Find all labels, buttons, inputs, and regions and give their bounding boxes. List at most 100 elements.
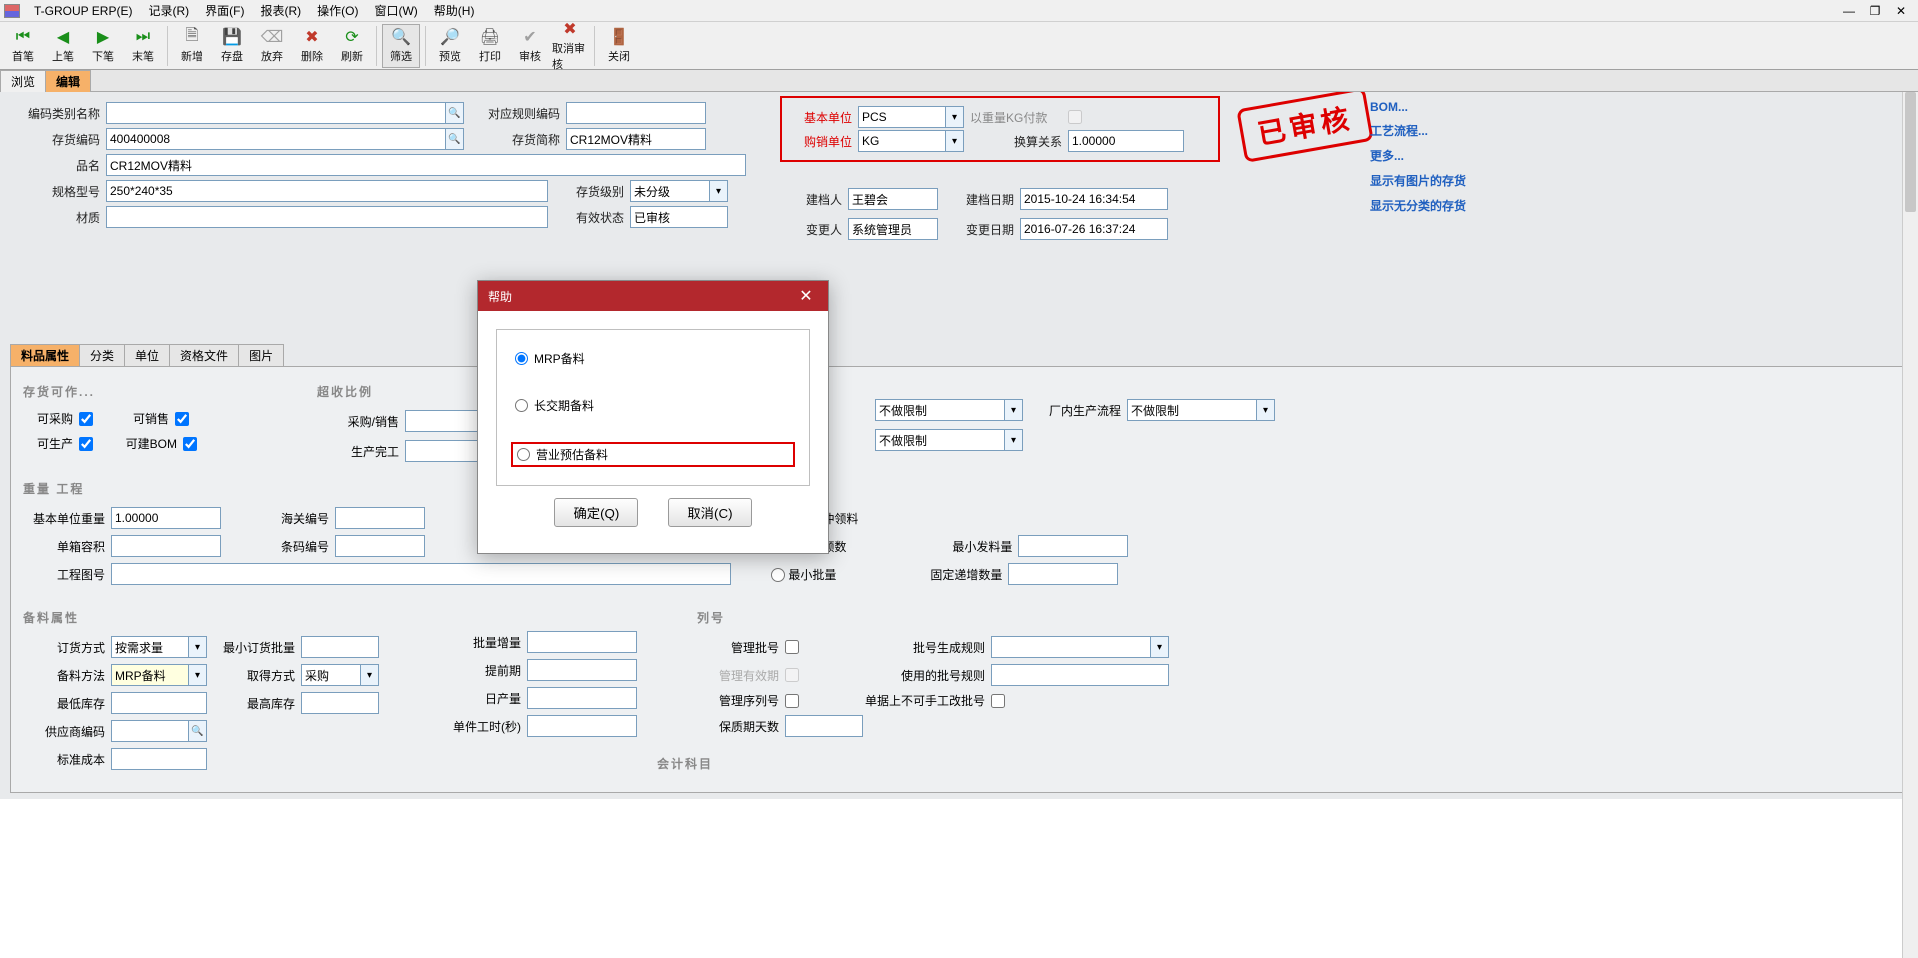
stock-short-input[interactable] <box>566 128 706 150</box>
radio-sales-forecast[interactable]: 营业预估备料 <box>511 442 795 467</box>
subtab-item-attr[interactable]: 料品属性 <box>10 344 80 366</box>
rule-code-input[interactable] <box>566 102 706 124</box>
factory-flow-combo[interactable] <box>1257 399 1275 421</box>
can-sell-check[interactable] <box>175 412 189 426</box>
prep-method-combo[interactable] <box>189 664 207 686</box>
min-issue-input[interactable] <box>1018 535 1128 557</box>
limit1-input[interactable] <box>875 399 1005 421</box>
obtain-combo[interactable] <box>361 664 379 686</box>
sales-unit-combo[interactable] <box>946 130 964 152</box>
link-bom[interactable]: BOM... <box>1370 100 1466 114</box>
enc-cat-lookup[interactable] <box>446 102 464 124</box>
used-lot-input[interactable] <box>991 664 1169 686</box>
stock-level-input[interactable] <box>630 180 710 202</box>
limit1-combo[interactable] <box>1005 399 1023 421</box>
tool-delete[interactable]: ✖删除 <box>293 24 331 68</box>
box-cap-input[interactable] <box>111 535 221 557</box>
limit2-combo[interactable] <box>1005 429 1023 451</box>
tool-discard[interactable]: ⌫放弃 <box>253 24 291 68</box>
menu-operate[interactable]: 操作(O) <box>309 0 366 21</box>
close-window-button[interactable]: ✕ <box>1888 4 1914 18</box>
vertical-scrollbar[interactable] <box>1902 92 1918 958</box>
subtab-unit[interactable]: 单位 <box>124 344 170 366</box>
lot-rule-input[interactable] <box>991 636 1151 658</box>
name-input[interactable] <box>106 154 746 176</box>
fixed-incr-input[interactable] <box>1008 563 1118 585</box>
menu-help[interactable]: 帮助(H) <box>426 0 483 21</box>
unit-time-input[interactable] <box>527 715 637 737</box>
tool-filter[interactable]: 🔍筛选 <box>382 24 420 68</box>
radio-mrp[interactable]: MRP备料 <box>511 348 795 369</box>
link-process[interactable]: 工艺流程... <box>1370 122 1466 139</box>
prep-method-input[interactable] <box>111 664 189 686</box>
tool-next[interactable]: ▶下笔 <box>84 24 122 68</box>
tool-print[interactable]: 🖨打印 <box>471 24 509 68</box>
mng-lot-check[interactable] <box>785 640 799 654</box>
link-no-category[interactable]: 显示无分类的存货 <box>1370 197 1466 214</box>
tool-close[interactable]: 🚪关闭 <box>600 24 638 68</box>
base-unit-input[interactable] <box>858 106 946 128</box>
tool-save[interactable]: 💾存盘 <box>213 24 251 68</box>
stock-code-input[interactable] <box>106 128 446 150</box>
link-more[interactable]: 更多... <box>1370 147 1466 164</box>
menu-window[interactable]: 窗口(W) <box>366 0 425 21</box>
link-with-image[interactable]: 显示有图片的存货 <box>1370 172 1466 189</box>
limit2-input[interactable] <box>875 429 1005 451</box>
maximize-button[interactable]: ❐ <box>1862 4 1888 18</box>
radio-sales-forecast-input[interactable] <box>517 448 530 461</box>
daily-input[interactable] <box>527 687 637 709</box>
factory-flow-input[interactable] <box>1127 399 1257 421</box>
scrollbar-thumb[interactable] <box>1905 92 1916 212</box>
min-stock-input[interactable] <box>111 692 207 714</box>
subtab-qual[interactable]: 资格文件 <box>169 344 239 366</box>
sales-unit-input[interactable] <box>858 130 946 152</box>
tab-browse[interactable]: 浏览 <box>0 70 46 92</box>
dialog-close-button[interactable]: ✕ <box>794 284 818 308</box>
tool-refresh[interactable]: ⟳刷新 <box>333 24 371 68</box>
obtain-input[interactable] <box>301 664 361 686</box>
tool-first[interactable]: ⏮首笔 <box>4 24 42 68</box>
max-stock-input[interactable] <box>301 692 379 714</box>
base-unit-combo[interactable] <box>946 106 964 128</box>
can-produce-check[interactable] <box>79 437 93 451</box>
tool-preview[interactable]: 🔎预览 <box>431 24 469 68</box>
tool-approve[interactable]: ✔审核 <box>511 24 549 68</box>
spec-input[interactable] <box>106 180 548 202</box>
customs-input[interactable] <box>335 507 425 529</box>
tool-unapprove[interactable]: ✖取消审核 <box>551 24 589 68</box>
shelf-input[interactable] <box>785 715 863 737</box>
dialog-cancel-button[interactable]: 取消(C) <box>668 498 751 527</box>
tool-new[interactable]: 🗎新增 <box>173 24 211 68</box>
tab-edit[interactable]: 编辑 <box>45 70 91 92</box>
base-weight-input[interactable] <box>111 507 221 529</box>
mng-serial-check[interactable] <box>785 694 799 708</box>
menu-interface[interactable]: 界面(F) <box>197 0 252 21</box>
tool-last[interactable]: ⏭末笔 <box>124 24 162 68</box>
radio-mrp-input[interactable] <box>515 352 528 365</box>
enc-cat-input[interactable] <box>106 102 446 124</box>
supplier-input[interactable] <box>111 720 189 742</box>
stock-level-combo[interactable] <box>710 180 728 202</box>
subtab-image[interactable]: 图片 <box>238 344 284 366</box>
no-manual-lot-check[interactable] <box>991 694 1005 708</box>
tool-prev[interactable]: ◀上笔 <box>44 24 82 68</box>
std-cost-input[interactable] <box>111 748 207 770</box>
min-order-input[interactable] <box>301 636 379 658</box>
lot-rule-combo[interactable] <box>1151 636 1169 658</box>
stock-code-lookup[interactable] <box>446 128 464 150</box>
ratio-input[interactable] <box>1068 130 1184 152</box>
radio-long-lead[interactable]: 长交期备料 <box>511 395 795 416</box>
radio-long-lead-input[interactable] <box>515 399 528 412</box>
minimize-button[interactable]: — <box>1836 4 1862 18</box>
material-input[interactable] <box>106 206 548 228</box>
order-method-combo[interactable] <box>189 636 207 658</box>
barcode-input[interactable] <box>335 535 425 557</box>
subtab-category[interactable]: 分类 <box>79 344 125 366</box>
menu-report[interactable]: 报表(R) <box>252 0 309 21</box>
supplier-lookup[interactable] <box>189 720 207 742</box>
min-batch-radio[interactable] <box>771 568 785 582</box>
menu-record[interactable]: 记录(R) <box>140 0 197 21</box>
can-bom-check[interactable] <box>183 437 197 451</box>
lead-input[interactable] <box>527 659 637 681</box>
batch-incr-input[interactable] <box>527 631 637 653</box>
